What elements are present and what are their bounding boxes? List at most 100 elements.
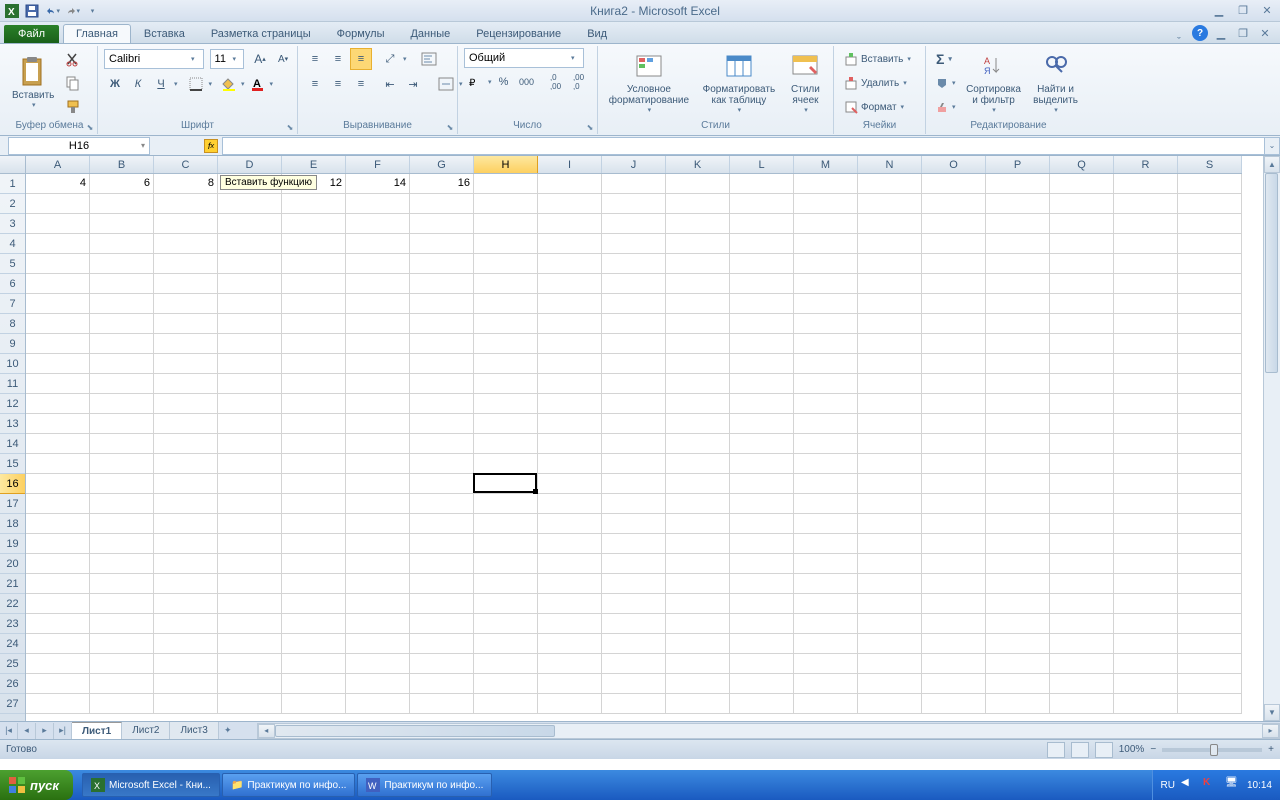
sheet-tab-1[interactable]: Лист2 [122,722,170,739]
cell-M15[interactable] [794,454,858,474]
align-left-button[interactable]: ≡ [304,73,326,95]
cell-N17[interactable] [858,494,922,514]
cell-I16[interactable] [538,474,602,494]
cell-Q26[interactable] [1050,674,1114,694]
cell-I6[interactable] [538,274,602,294]
cell-G14[interactable] [410,434,474,454]
cell-K5[interactable] [666,254,730,274]
cell-J9[interactable] [602,334,666,354]
cell-B27[interactable] [90,694,154,714]
cell-M17[interactable] [794,494,858,514]
cell-D12[interactable] [218,394,282,414]
cell-H21[interactable] [474,574,538,594]
cell-S12[interactable] [1178,394,1242,414]
cell-H11[interactable] [474,374,538,394]
cell-A5[interactable] [26,254,90,274]
cell-P11[interactable] [986,374,1050,394]
cell-R21[interactable] [1114,574,1178,594]
cell-F23[interactable] [346,614,410,634]
cell-M19[interactable] [794,534,858,554]
cell-G10[interactable] [410,354,474,374]
sheet-tab-2[interactable]: Лист3 [170,722,218,739]
cell-B5[interactable] [90,254,154,274]
cell-G7[interactable] [410,294,474,314]
cell-G16[interactable] [410,474,474,494]
col-header-N[interactable]: N [858,156,922,173]
cell-C2[interactable] [154,194,218,214]
cell-P27[interactable] [986,694,1050,714]
cell-J1[interactable] [602,174,666,194]
cell-A15[interactable] [26,454,90,474]
cell-H18[interactable] [474,514,538,534]
cell-A4[interactable] [26,234,90,254]
cell-R2[interactable] [1114,194,1178,214]
cell-O10[interactable] [922,354,986,374]
cell-O24[interactable] [922,634,986,654]
cell-I10[interactable] [538,354,602,374]
cell-M12[interactable] [794,394,858,414]
taskbar-item-0[interactable]: XMicrosoft Excel - Кни... [82,773,220,797]
merge-button[interactable] [435,73,457,95]
cell-H22[interactable] [474,594,538,614]
vscroll-thumb[interactable] [1265,173,1278,373]
comma-button[interactable]: 000 [516,71,538,93]
cell-S23[interactable] [1178,614,1242,634]
cell-C12[interactable] [154,394,218,414]
cell-D2[interactable] [218,194,282,214]
cell-A25[interactable] [26,654,90,674]
cell-F26[interactable] [346,674,410,694]
col-header-S[interactable]: S [1178,156,1242,173]
cell-B7[interactable] [90,294,154,314]
page-layout-view-button[interactable] [1071,742,1089,758]
cell-O1[interactable] [922,174,986,194]
cell-O12[interactable] [922,394,986,414]
help-icon[interactable]: ? [1192,25,1208,41]
cell-B2[interactable] [90,194,154,214]
cell-S22[interactable] [1178,594,1242,614]
cell-E20[interactable] [282,554,346,574]
cell-S1[interactable] [1178,174,1242,194]
cell-K10[interactable] [666,354,730,374]
cell-E2[interactable] [282,194,346,214]
cell-S14[interactable] [1178,434,1242,454]
cell-J5[interactable] [602,254,666,274]
cell-N10[interactable] [858,354,922,374]
cell-Q4[interactable] [1050,234,1114,254]
cell-styles-button[interactable]: Стили ячеек ▾ [784,48,827,116]
cell-M16[interactable] [794,474,858,494]
cell-L9[interactable] [730,334,794,354]
cell-R24[interactable] [1114,634,1178,654]
cell-S9[interactable] [1178,334,1242,354]
cell-P21[interactable] [986,574,1050,594]
cell-G1[interactable]: 16 [410,174,474,194]
cell-D18[interactable] [218,514,282,534]
cell-Q5[interactable] [1050,254,1114,274]
cell-P6[interactable] [986,274,1050,294]
cell-C11[interactable] [154,374,218,394]
cell-C8[interactable] [154,314,218,334]
cell-G21[interactable] [410,574,474,594]
cell-G9[interactable] [410,334,474,354]
cell-J7[interactable] [602,294,666,314]
cell-B23[interactable] [90,614,154,634]
align-top-button[interactable]: ≡ [304,48,326,70]
cell-O2[interactable] [922,194,986,214]
cell-S5[interactable] [1178,254,1242,274]
cell-Q10[interactable] [1050,354,1114,374]
underline-button[interactable]: Ч [150,73,172,95]
cell-I22[interactable] [538,594,602,614]
cell-E19[interactable] [282,534,346,554]
cell-D3[interactable] [218,214,282,234]
ribbon-tab-4[interactable]: Данные [397,24,463,43]
cell-K4[interactable] [666,234,730,254]
cell-N24[interactable] [858,634,922,654]
cell-D11[interactable] [218,374,282,394]
cell-M23[interactable] [794,614,858,634]
ribbon-tab-6[interactable]: Вид [574,24,620,43]
cell-D16[interactable] [218,474,282,494]
row-header-16[interactable]: 16 [0,474,25,494]
cell-C18[interactable] [154,514,218,534]
cell-J24[interactable] [602,634,666,654]
cell-H7[interactable] [474,294,538,314]
row-header-26[interactable]: 26 [0,674,25,694]
